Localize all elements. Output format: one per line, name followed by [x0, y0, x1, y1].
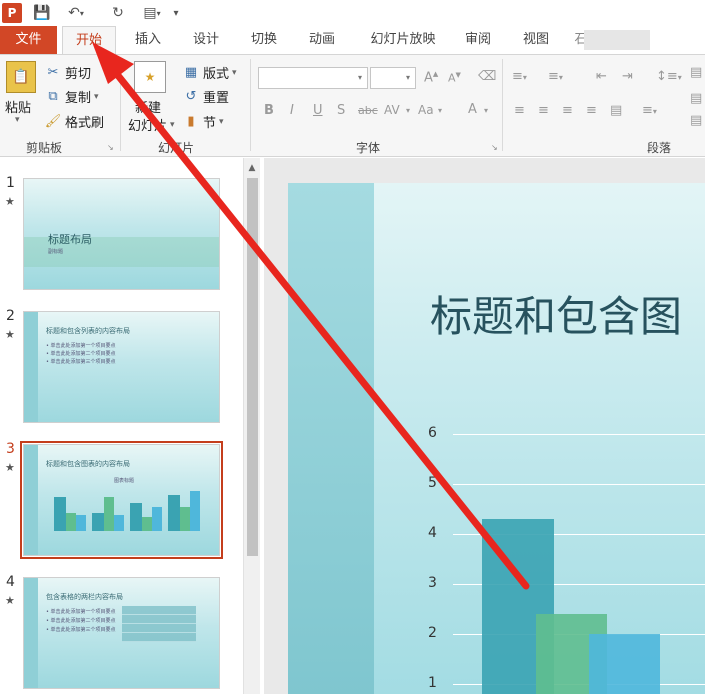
annotation-arrow: [92, 42, 530, 590]
annotation-arrow-head: [92, 42, 134, 84]
annotation-arrow-shaft: [108, 64, 530, 590]
